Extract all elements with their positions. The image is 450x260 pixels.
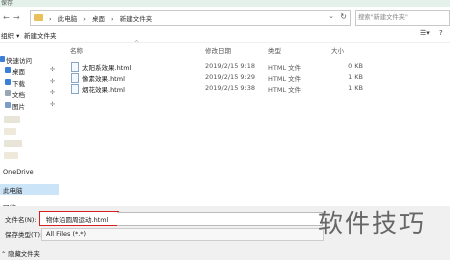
file-name: 太阳系效果.html xyxy=(82,64,132,72)
file-size: 0 KB xyxy=(348,62,363,70)
html-file-icon xyxy=(71,73,79,83)
folder-icon xyxy=(4,152,18,159)
column-header-size[interactable]: 大小 xyxy=(331,45,344,57)
file-name: 像素效果.html xyxy=(82,75,125,83)
file-type: HTML 文件 xyxy=(268,64,302,72)
savetype-label: 保存类型(T): xyxy=(5,231,43,239)
column-header-date[interactable]: 修改日期 xyxy=(205,45,231,57)
file-size: 1 KB xyxy=(348,73,363,81)
sidebar-item-onedrive[interactable]: OneDrive xyxy=(0,167,59,178)
breadcrumb-item[interactable]: 桌面 xyxy=(92,15,105,23)
chevron-down-icon[interactable]: ⌄ xyxy=(328,12,334,20)
document-icon xyxy=(5,90,11,96)
sort-ascending-icon: ^ xyxy=(134,40,140,47)
pin-icon[interactable]: ✢ xyxy=(50,89,55,96)
new-folder-button[interactable]: 新建文件夹 xyxy=(24,30,57,40)
filename-value: 物体沿圆周运动.html xyxy=(46,216,109,224)
title-bar: 保存 xyxy=(0,0,450,7)
hide-folders-toggle[interactable]: ⌃ 隐藏文件夹 xyxy=(1,249,40,258)
search-input[interactable] xyxy=(356,11,444,23)
file-type: HTML 文件 xyxy=(268,75,302,83)
folder-icon xyxy=(4,116,20,123)
view-options-icon[interactable]: ☰▾ xyxy=(420,29,430,37)
help-icon[interactable]: ? xyxy=(439,29,443,37)
pin-icon[interactable]: ✢ xyxy=(50,66,55,73)
folder-icon xyxy=(34,14,43,21)
filename-input[interactable]: 物体沿圆周运动.html xyxy=(39,211,119,226)
pin-icon[interactable]: ✢ xyxy=(50,78,55,85)
sidebar-item-pictures[interactable]: 图片 ✢ xyxy=(0,100,59,111)
html-file-icon xyxy=(71,62,79,72)
download-icon xyxy=(5,79,11,85)
organize-button[interactable]: 组织 ▾ xyxy=(1,30,19,40)
refresh-icon[interactable]: ↻ xyxy=(340,12,347,21)
toolbar: 组织 ▾ 新建文件夹 ☰▾ ? xyxy=(0,27,450,43)
desktop-icon xyxy=(5,67,11,73)
breadcrumb-item[interactable]: 此电脑 xyxy=(58,15,78,23)
sidebar-item-quick-access[interactable]: 快速访问 xyxy=(0,54,59,65)
breadcrumb-item[interactable]: 新建文件夹 xyxy=(120,15,153,23)
file-row[interactable]: 像素效果.html 2019/2/15 9:29 HTML 文件 1 KB xyxy=(66,72,386,83)
file-type: HTML 文件 xyxy=(268,86,302,94)
folder-icon xyxy=(4,140,22,147)
file-date: 2019/2/15 9:38 xyxy=(205,84,255,92)
sidebar-item-downloads[interactable]: 下载 ✢ xyxy=(0,77,59,88)
file-row[interactable]: 太阳系效果.html 2019/2/15 9:18 HTML 文件 0 KB xyxy=(66,61,386,72)
filename-label: 文件名(N): xyxy=(5,216,37,224)
forward-arrow-icon[interactable]: → xyxy=(13,13,20,22)
watermark: 软件技巧 xyxy=(318,209,427,238)
file-name: 烟花效果.html xyxy=(82,86,125,94)
window-title: 保存 xyxy=(1,0,14,7)
file-size: 1 KB xyxy=(348,84,363,92)
address-row: ← → › 此电脑 › 桌面 › 新建文件夹 ⌄ ↻ xyxy=(0,8,450,27)
filename-input-extension[interactable] xyxy=(117,212,323,226)
html-file-icon xyxy=(71,84,79,94)
file-date: 2019/2/15 9:18 xyxy=(205,62,255,70)
savetype-value: All Files (*.*) xyxy=(46,230,87,238)
column-header-type[interactable]: 类型 xyxy=(268,45,281,57)
column-header-name[interactable]: 名称 xyxy=(70,45,83,57)
file-row[interactable]: 烟花效果.html 2019/2/15 9:38 HTML 文件 1 KB xyxy=(66,83,386,94)
back-arrow-icon[interactable]: ← xyxy=(3,13,10,22)
address-bar[interactable]: › 此电脑 › 桌面 › 新建文件夹 ⌄ ↻ xyxy=(30,10,351,26)
breadcrumb: › 此电脑 › 桌面 › 新建文件夹 xyxy=(49,15,153,23)
picture-icon xyxy=(5,102,11,108)
sidebar-item-documents[interactable]: 文档 ✢ xyxy=(0,88,59,99)
search-box[interactable] xyxy=(355,10,450,26)
pin-icon[interactable]: ✢ xyxy=(50,101,55,108)
star-icon xyxy=(0,56,5,62)
nav-pane: 快速访问 桌面 ✢ 下载 ✢ 文档 ✢ 图片 ✢ OneDrive 此电脑 网络 xyxy=(0,46,60,210)
savetype-select[interactable]: All Files (*.*) xyxy=(41,228,324,241)
folder-icon xyxy=(4,128,16,135)
file-date: 2019/2/15 9:29 xyxy=(205,73,255,81)
sidebar-item-this-pc[interactable]: 此电脑 xyxy=(0,184,59,195)
sidebar-item-desktop[interactable]: 桌面 ✢ xyxy=(0,65,59,76)
